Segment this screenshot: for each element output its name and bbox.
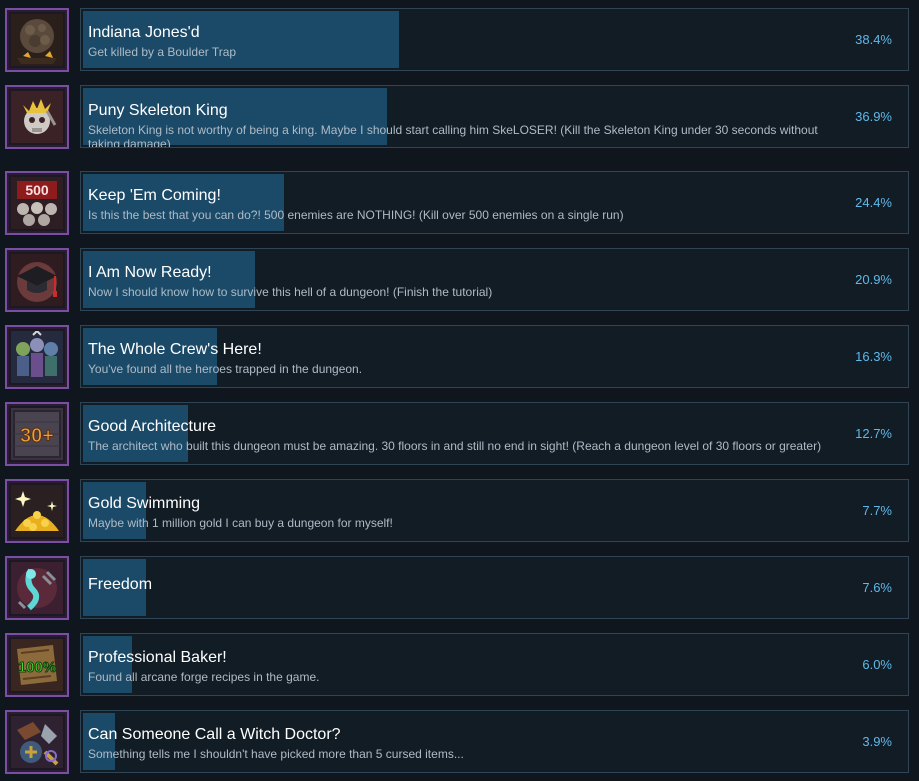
achievement-unlock-percent: 16.3% — [855, 349, 892, 364]
achievement-row[interactable]: Can Someone Call a Witch Doctor? Somethi… — [5, 710, 909, 774]
achievement-title: Freedom — [88, 576, 153, 593]
icon-number-label: 500 — [25, 182, 49, 198]
boulder-icon — [11, 14, 63, 66]
achievement-row[interactable]: Indiana Jones'd Get killed by a Boulder … — [5, 8, 909, 72]
achievement-title: Keep 'Em Coming! — [88, 187, 221, 204]
achievement-icon-frame — [5, 556, 69, 620]
achievement-card: Freedom 7.6% — [80, 556, 909, 619]
achievement-card: Good Architecture The architect who buil… — [80, 402, 909, 465]
achievement-unlock-percent: 38.4% — [855, 32, 892, 47]
achievement-unlock-percent: 7.7% — [862, 503, 892, 518]
gold-pile-icon — [11, 485, 63, 537]
achievement-row[interactable]: Freedom 7.6% — [5, 556, 909, 620]
graduation-cap-icon — [11, 254, 63, 306]
achievement-card: Can Someone Call a Witch Doctor? Somethi… — [80, 710, 909, 773]
achievement-unlock-percent: 36.9% — [855, 109, 892, 124]
achievement-unlock-percent: 20.9% — [855, 272, 892, 287]
cursed-items-icon — [11, 716, 63, 768]
achievement-description: You've found all the heroes trapped in t… — [88, 362, 363, 376]
icon-percent-label: 100% — [18, 659, 56, 676]
achievement-icon-frame: 100% — [5, 633, 69, 697]
heroes-crew-icon — [11, 331, 63, 383]
achievement-icon-frame — [5, 710, 69, 774]
achievement-card: Keep 'Em Coming! Is this the best that y… — [80, 171, 909, 234]
achievement-description: Found all arcane forge recipes in the ga… — [88, 670, 320, 684]
achievement-row[interactable]: 500 Keep 'Em Coming! Is this the best th… — [5, 171, 909, 235]
achievement-unlock-percent: 12.7% — [855, 426, 892, 441]
achievement-icon-frame: 30+ — [5, 402, 69, 466]
achievement-unlock-percent: 7.6% — [862, 580, 892, 595]
achievement-description: Get killed by a Boulder Trap — [88, 45, 237, 59]
achievement-icon-frame — [5, 85, 69, 149]
achievement-title: Indiana Jones'd — [88, 24, 200, 41]
achievement-title: I Am Now Ready! — [88, 264, 212, 281]
skulls-500-icon: 500 — [11, 177, 63, 229]
achievement-row[interactable]: I Am Now Ready! Now I should know how to… — [5, 248, 909, 312]
achievement-title: Can Someone Call a Witch Doctor? — [88, 726, 341, 743]
achievement-row[interactable]: Puny Skeleton King Skeleton King is not … — [5, 85, 909, 149]
achievement-title: Good Architecture — [88, 418, 217, 435]
achievement-card: I Am Now Ready! Now I should know how to… — [80, 248, 909, 311]
recipe-scroll-icon: 100% — [11, 639, 63, 691]
achievement-row[interactable]: The Whole Crew's Here! You've found all … — [5, 325, 909, 389]
achievement-icon-frame — [5, 479, 69, 543]
achievement-row[interactable]: 100% Professional Baker! Found all arcan… — [5, 633, 909, 697]
achievement-description: Skeleton King is not worthy of being a k… — [88, 123, 818, 148]
icon-floor-label: 30+ — [20, 425, 54, 447]
achievement-description: Now I should know how to survive this he… — [88, 285, 493, 299]
achievement-icon-frame — [5, 248, 69, 312]
achievement-card: Puny Skeleton King Skeleton King is not … — [80, 85, 909, 148]
achievement-card: Gold Swimming Maybe with 1 million gold … — [80, 479, 909, 542]
achievement-card: The Whole Crew's Here! You've found all … — [80, 325, 909, 388]
skeleton-king-icon — [11, 91, 63, 143]
achievement-description: Something tells me I shouldn't have pick… — [88, 747, 464, 761]
floor-30-icon: 30+ — [11, 408, 63, 460]
achievement-card: Professional Baker! Found all arcane for… — [80, 633, 909, 696]
achievement-unlock-percent: 6.0% — [862, 657, 892, 672]
achievement-card: Indiana Jones'd Get killed by a Boulder … — [80, 8, 909, 71]
achievement-list: Indiana Jones'd Get killed by a Boulder … — [0, 0, 919, 781]
achievement-title: Gold Swimming — [88, 495, 201, 512]
achievement-title: Professional Baker! — [88, 649, 227, 666]
broken-chains-icon — [11, 562, 63, 614]
achievement-description: The architect who built this dungeon mus… — [88, 439, 822, 453]
achievement-icon-frame: 500 — [5, 171, 69, 235]
achievement-title: The Whole Crew's Here! — [88, 341, 262, 358]
achievement-icon-frame — [5, 8, 69, 72]
achievement-title: Puny Skeleton King — [88, 102, 228, 119]
achievement-unlock-percent: 3.9% — [862, 734, 892, 749]
achievement-icon-frame — [5, 325, 69, 389]
achievement-unlock-percent: 24.4% — [855, 195, 892, 210]
achievement-description: Maybe with 1 million gold I can buy a du… — [88, 516, 393, 530]
achievement-description: Is this the best that you can do?! 500 e… — [88, 208, 624, 222]
achievement-row[interactable]: Gold Swimming Maybe with 1 million gold … — [5, 479, 909, 543]
achievement-row[interactable]: 30+ Good Architecture The architect who … — [5, 402, 909, 466]
